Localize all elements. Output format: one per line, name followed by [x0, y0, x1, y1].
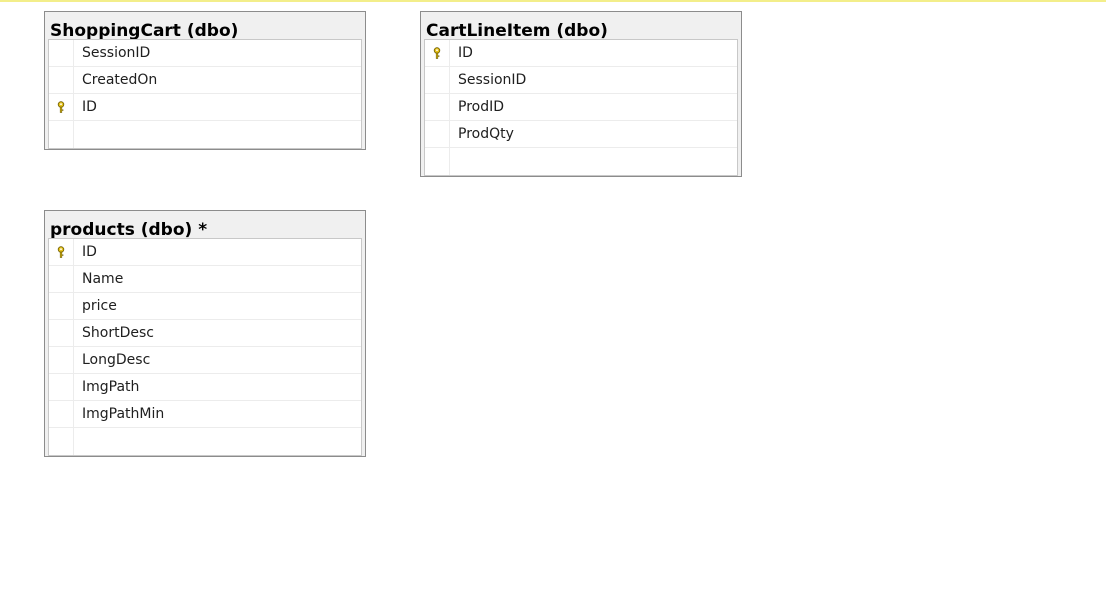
empty-row[interactable]	[49, 428, 361, 455]
column-name: ProdID	[458, 99, 505, 115]
row-selector[interactable]	[49, 40, 74, 66]
empty-cell	[74, 121, 82, 148]
table-title[interactable]: products (dbo) *	[45, 211, 365, 238]
row-selector[interactable]	[425, 94, 450, 120]
empty-row[interactable]	[49, 121, 361, 148]
column-row[interactable]: ImgPathMin	[49, 401, 361, 428]
column-name: ShortDesc	[82, 325, 154, 341]
column-grid: ID SessionID ProdID ProdQty	[424, 39, 738, 176]
column-row[interactable]: price	[49, 293, 361, 320]
row-selector[interactable]	[49, 293, 74, 319]
column-row[interactable]: ProdQty	[425, 121, 737, 148]
row-selector[interactable]	[49, 428, 74, 455]
column-name: ProdQty	[458, 126, 514, 142]
row-selector[interactable]	[49, 320, 74, 346]
table-products[interactable]: products (dbo) * ID Name price ShortDesc…	[44, 210, 366, 457]
column-name: ImgPath	[82, 379, 140, 395]
diagram-canvas[interactable]: ShoppingCart (dbo) SessionID CreatedOn I…	[0, 0, 1106, 613]
column-row[interactable]: ShortDesc	[49, 320, 361, 347]
row-selector[interactable]	[425, 40, 450, 66]
row-selector[interactable]	[425, 121, 450, 147]
row-selector[interactable]	[49, 94, 74, 120]
table-cart-line-item[interactable]: CartLineItem (dbo) ID SessionID ProdID P…	[420, 11, 742, 177]
column-row[interactable]: ID	[49, 94, 361, 121]
column-name: ImgPathMin	[82, 406, 165, 422]
table-title[interactable]: CartLineItem (dbo)	[421, 12, 741, 39]
column-name: ID	[82, 99, 97, 115]
column-row[interactable]: ID	[49, 239, 361, 266]
column-row[interactable]: SessionID	[49, 40, 361, 67]
column-name: ID	[82, 244, 97, 260]
column-name: LongDesc	[82, 352, 151, 368]
column-row[interactable]: ProdID	[425, 94, 737, 121]
primary-key-icon	[57, 246, 65, 258]
column-row[interactable]: ID	[425, 40, 737, 67]
row-selector[interactable]	[49, 67, 74, 93]
column-row[interactable]: LongDesc	[49, 347, 361, 374]
column-row[interactable]: CreatedOn	[49, 67, 361, 94]
top-highlight-strip	[0, 0, 1106, 2]
table-shopping-cart[interactable]: ShoppingCart (dbo) SessionID CreatedOn I…	[44, 11, 366, 150]
row-selector[interactable]	[49, 374, 74, 400]
column-grid: SessionID CreatedOn ID	[48, 39, 362, 149]
column-row[interactable]: ImgPath	[49, 374, 361, 401]
empty-cell	[74, 428, 82, 455]
column-row[interactable]: SessionID	[425, 67, 737, 94]
row-selector[interactable]	[49, 347, 74, 373]
row-selector[interactable]	[425, 67, 450, 93]
column-name: SessionID	[458, 72, 527, 88]
column-name: Name	[82, 271, 124, 287]
primary-key-icon	[57, 101, 65, 113]
column-row[interactable]: Name	[49, 266, 361, 293]
empty-cell	[450, 148, 458, 175]
empty-row[interactable]	[425, 148, 737, 175]
row-selector[interactable]	[49, 401, 74, 427]
row-selector[interactable]	[425, 148, 450, 175]
row-selector[interactable]	[49, 266, 74, 292]
column-name: CreatedOn	[82, 72, 158, 88]
column-grid: ID Name price ShortDesc LongDesc ImgPath	[48, 238, 362, 456]
primary-key-icon	[433, 47, 441, 59]
column-name: price	[82, 298, 117, 314]
column-name: ID	[458, 45, 473, 61]
column-name: SessionID	[82, 45, 151, 61]
row-selector[interactable]	[49, 121, 74, 148]
table-title[interactable]: ShoppingCart (dbo)	[45, 12, 365, 39]
row-selector[interactable]	[49, 239, 74, 265]
